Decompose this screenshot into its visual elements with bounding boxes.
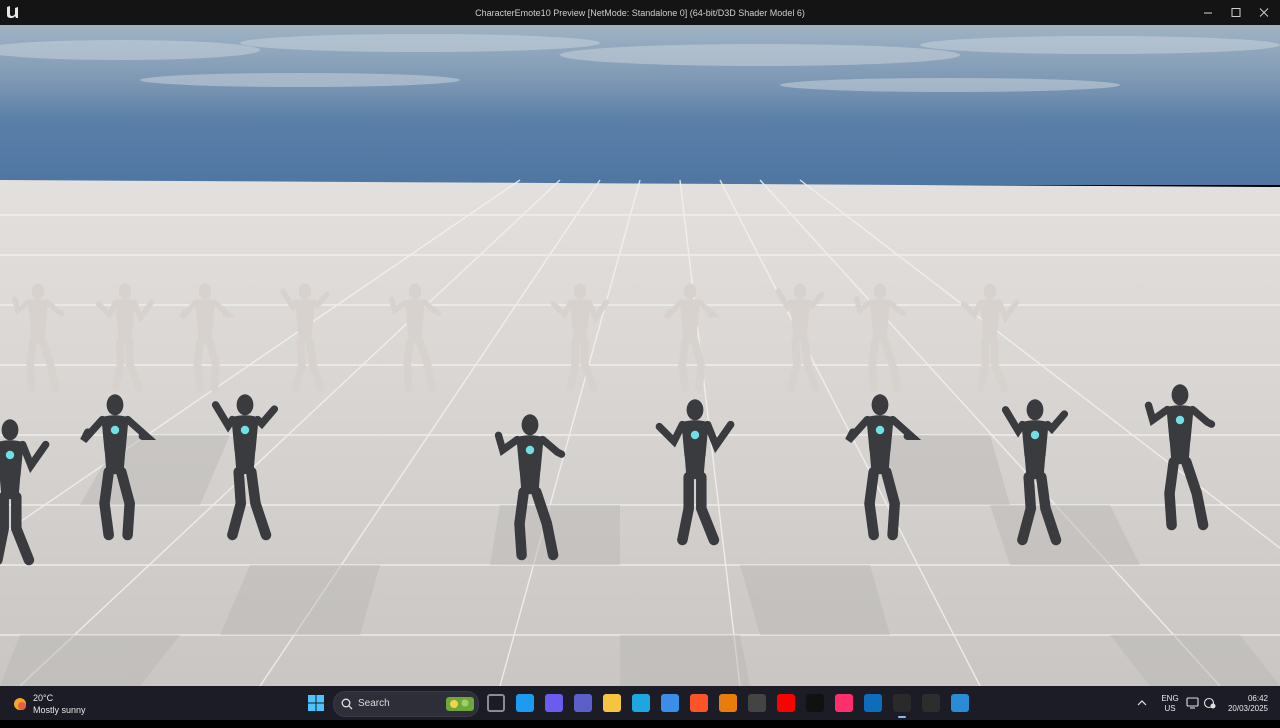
- display-icon[interactable]: [1186, 697, 1200, 709]
- weather-widget[interactable]: 20°C Mostly sunny: [12, 692, 122, 716]
- unreal-engine-icon[interactable]: [893, 694, 911, 712]
- show-hidden-icons-chevron-icon[interactable]: [1136, 697, 1148, 709]
- edge-icon[interactable]: [632, 694, 650, 712]
- maximize-icon[interactable]: [1224, 3, 1248, 22]
- network-icon[interactable]: [1203, 697, 1217, 709]
- epic-games-icon[interactable]: [922, 694, 940, 712]
- close-icon[interactable]: [1252, 3, 1276, 22]
- window-title: CharacterEmote10 Preview [NetMode: Stand…: [475, 8, 805, 18]
- clock-time: 06:42: [1247, 694, 1268, 703]
- sun-icon: [14, 698, 26, 710]
- taskbar-search-box[interactable]: Search: [333, 691, 479, 717]
- capcut-icon[interactable]: [835, 694, 853, 712]
- file-explorer-icon[interactable]: [603, 694, 621, 712]
- weather-condition: Mostly sunny: [33, 705, 86, 715]
- clock-date: 20/03/2025: [1227, 704, 1268, 713]
- minimize-icon[interactable]: [1196, 3, 1220, 22]
- checker-floor: [0, 180, 1280, 686]
- language-indicator[interactable]: ENG US: [1160, 694, 1180, 728]
- twitter-icon[interactable]: [516, 694, 534, 712]
- youtube-icon[interactable]: [777, 694, 795, 712]
- weather-temperature: 20°C: [33, 693, 54, 703]
- tiktok-icon[interactable]: [806, 694, 824, 712]
- windows-start-icon[interactable]: [307, 694, 325, 712]
- search-highlight-icon: [446, 697, 474, 711]
- copilot-icon[interactable]: [545, 694, 563, 712]
- region-code: US: [1164, 704, 1176, 713]
- scene-canvas[interactable]: [0, 25, 1280, 686]
- search-label: Search: [358, 698, 390, 709]
- taskbar: 20°C Mostly sunny Search ENG US 06:42 20…: [0, 686, 1280, 720]
- brave-icon[interactable]: [690, 694, 708, 712]
- language-code: ENG: [1161, 694, 1179, 703]
- outlook-icon[interactable]: [864, 694, 882, 712]
- github-icon[interactable]: [748, 694, 766, 712]
- blender-icon[interactable]: [719, 694, 737, 712]
- window-titlebar[interactable]: CharacterEmote10 Preview [NetMode: Stand…: [0, 0, 1280, 25]
- taskbar-clock[interactable]: 06:42 20/03/2025: [1226, 694, 1268, 728]
- active-app-indicator: [898, 716, 906, 718]
- store-icon[interactable]: [661, 694, 679, 712]
- teams-icon[interactable]: [574, 694, 592, 712]
- game-viewport[interactable]: [0, 25, 1280, 686]
- task-view-icon[interactable]: [487, 694, 505, 712]
- photos-icon[interactable]: [951, 694, 969, 712]
- search-icon: [341, 698, 353, 710]
